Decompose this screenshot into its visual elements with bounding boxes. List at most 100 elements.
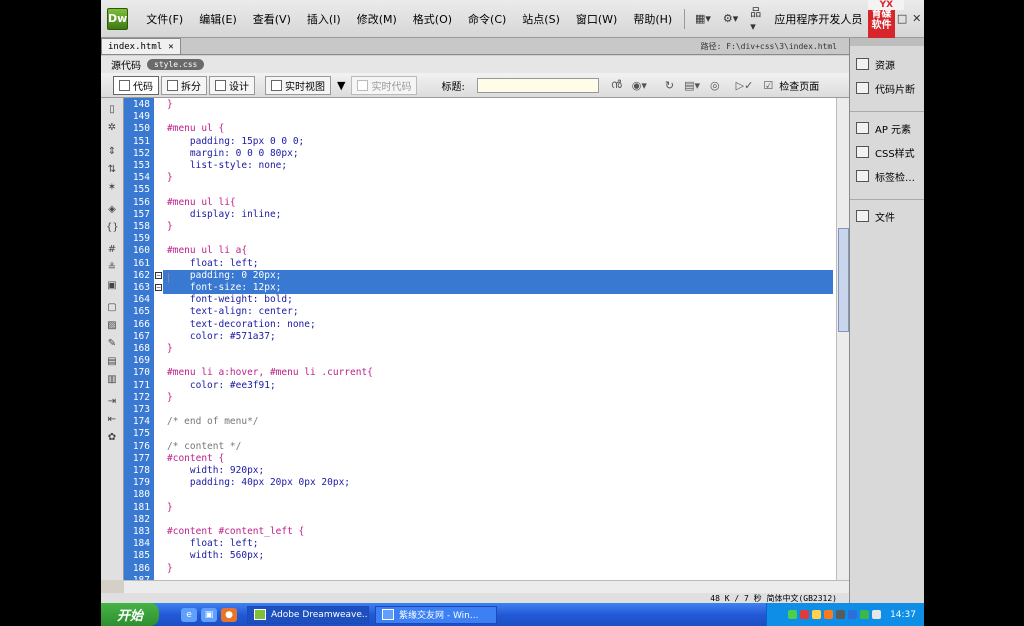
open-documents-icon[interactable]: ▯ bbox=[106, 104, 118, 116]
panel-snippets[interactable]: 代码片断 bbox=[850, 76, 924, 100]
code-view-button[interactable]: 代码 bbox=[113, 75, 159, 95]
code-line[interactable] bbox=[154, 184, 834, 196]
network-icon[interactable] bbox=[788, 610, 798, 619]
code-line[interactable]: } bbox=[154, 343, 834, 355]
code-line[interactable]: margin: 0 0 0 80px; bbox=[154, 148, 834, 160]
indent-code-icon[interactable]: ⇥ bbox=[106, 396, 118, 408]
expand-all-icon[interactable]: ✶ bbox=[106, 182, 118, 194]
antivirus-icon[interactable] bbox=[800, 610, 810, 619]
quicklaunch-firefox-icon[interactable]: ● bbox=[221, 607, 237, 622]
collapse-full-tag-icon[interactable]: ⇕ bbox=[106, 146, 118, 158]
format-source-icon[interactable]: ✿ bbox=[106, 432, 118, 444]
code-line[interactable]: } bbox=[154, 221, 834, 233]
balance-braces-icon[interactable]: {} bbox=[106, 222, 119, 234]
tray-app-icon[interactable] bbox=[824, 610, 834, 619]
menu-file[interactable]: 文件(F) bbox=[138, 11, 191, 27]
start-button[interactable]: 开始 bbox=[101, 603, 159, 626]
code-line[interactable]: font-size: 12px; bbox=[154, 282, 834, 294]
check-page-button[interactable]: 检查页面 bbox=[779, 78, 819, 93]
extend-gear-icon[interactable]: ⚙▾ bbox=[717, 12, 744, 25]
code-line[interactable]: } bbox=[154, 563, 834, 575]
syntax-coloring-icon[interactable]: ▣ bbox=[106, 280, 118, 292]
code-line[interactable]: #menu li a:hover, #menu li .current{ bbox=[154, 367, 834, 379]
site-icon[interactable]: 品▾ bbox=[744, 4, 768, 33]
apply-comment-icon[interactable]: ▢ bbox=[106, 302, 118, 314]
tab-close-icon[interactable]: ✕ bbox=[168, 42, 173, 52]
tray-app-icon[interactable] bbox=[836, 610, 846, 619]
live-view-button[interactable]: 实时视图 bbox=[265, 75, 331, 95]
highlight-invalid-code-icon[interactable]: ≗ bbox=[106, 262, 118, 274]
file-management-icon[interactable]: ൻ bbox=[607, 78, 626, 92]
code-line[interactable]: } bbox=[154, 99, 834, 111]
code-line[interactable] bbox=[154, 489, 834, 501]
code-line[interactable]: font-weight: bold; bbox=[154, 294, 834, 306]
select-parent-tag-icon[interactable]: ◈ bbox=[106, 204, 118, 216]
code-line[interactable]: text-decoration: none; bbox=[154, 319, 834, 331]
menu-modify[interactable]: 修改(M) bbox=[349, 11, 405, 27]
minimize-icon[interactable]: □ bbox=[895, 12, 910, 25]
code-line[interactable]: float: left; bbox=[154, 538, 834, 550]
code-line[interactable]: text-align: center; bbox=[154, 306, 834, 318]
remove-comment-icon[interactable]: ▨ bbox=[106, 320, 118, 332]
code-line[interactable]: /* content */ bbox=[154, 441, 834, 453]
code-line[interactable] bbox=[154, 514, 834, 526]
code-line[interactable]: #menu ul li{ bbox=[154, 197, 834, 209]
quicklaunch-ie-icon[interactable]: e bbox=[181, 607, 197, 622]
related-file-style-css[interactable]: style.css bbox=[147, 59, 205, 70]
validate-markup-icon[interactable]: ▷✓ bbox=[732, 79, 758, 92]
security-shield-icon[interactable] bbox=[860, 610, 870, 619]
code-line[interactable] bbox=[154, 428, 834, 440]
code-line[interactable]: padding: 15px 0 0 0; bbox=[154, 136, 834, 148]
check-page-icon[interactable]: ☑ bbox=[759, 79, 777, 92]
code-line[interactable]: #content #content_left { bbox=[154, 526, 834, 538]
code-line[interactable]: #menu ul { bbox=[154, 123, 834, 135]
panel-tag-inspector[interactable]: 标签检… bbox=[850, 164, 924, 188]
recent-snippets-icon[interactable]: ▤ bbox=[106, 356, 118, 368]
code-line[interactable]: float: left; bbox=[154, 258, 834, 270]
code-line[interactable] bbox=[154, 111, 834, 123]
task-dreamweaver[interactable]: Adobe Dreamweave... bbox=[247, 605, 369, 624]
workspace-switcher[interactable]: 应用程序开发人员 bbox=[768, 11, 868, 27]
menu-view[interactable]: 查看(V) bbox=[245, 11, 299, 27]
outdent-code-icon[interactable]: ⇤ bbox=[106, 414, 118, 426]
title-input[interactable] bbox=[476, 77, 599, 93]
code-line[interactable]: #content { bbox=[154, 453, 834, 465]
panel-files[interactable]: 文件 bbox=[850, 204, 924, 228]
code-line[interactable]: } bbox=[154, 392, 834, 404]
volume-icon[interactable] bbox=[872, 610, 882, 619]
code-line[interactable]: color: #571a37; bbox=[154, 331, 834, 343]
menu-edit[interactable]: 编辑(E) bbox=[191, 11, 245, 27]
wrap-tag-icon[interactable]: ✎ bbox=[106, 338, 118, 350]
code-line[interactable] bbox=[154, 355, 834, 367]
collapse-selection-icon[interactable]: ⇅ bbox=[106, 164, 118, 176]
line-numbers-icon[interactable]: # bbox=[106, 244, 118, 256]
tray-app-icon[interactable] bbox=[848, 610, 858, 619]
vertical-scroll-thumb[interactable] bbox=[838, 228, 849, 332]
menu-window[interactable]: 窗口(W) bbox=[568, 11, 625, 27]
code-line[interactable]: width: 560px; bbox=[154, 550, 834, 562]
show-code-navigator-icon[interactable]: ✲ bbox=[106, 122, 118, 134]
code-line[interactable]: padding: 0 20px; bbox=[154, 270, 834, 282]
code-line[interactable]: /* end of menu*/ bbox=[154, 416, 834, 428]
move-css-icon[interactable]: ▥ bbox=[106, 374, 118, 386]
panel-assets[interactable]: 资源 bbox=[850, 52, 924, 76]
code-line[interactable]: list-style: none; bbox=[154, 160, 834, 172]
layout-icon[interactable]: ▦▾ bbox=[689, 12, 717, 25]
source-code-link[interactable]: 源代码 bbox=[111, 57, 141, 72]
code-line[interactable] bbox=[154, 233, 834, 245]
menu-insert[interactable]: 插入(I) bbox=[299, 11, 349, 27]
design-view-button[interactable]: 设计 bbox=[209, 75, 255, 95]
menu-format[interactable]: 格式(O) bbox=[405, 11, 460, 27]
menu-site[interactable]: 站点(S) bbox=[514, 11, 568, 27]
code-editor[interactable]: ▯ ✲ ⇕ ⇅ ✶ ◈ {} # ≗ ▣ ▢ ▨ ✎ ▤ ▥ ⇥ ⇤ ✿ 148… bbox=[101, 98, 849, 586]
code-line[interactable]: #menu ul li a{ bbox=[154, 245, 834, 257]
code-line[interactable]: } bbox=[154, 172, 834, 184]
horizontal-scrollbar[interactable] bbox=[124, 580, 849, 593]
task-browser[interactable]: 紫缘交友网 - Win... bbox=[375, 605, 497, 624]
live-view-dropdown-icon[interactable]: ▼ bbox=[333, 79, 349, 92]
code-line[interactable]: display: inline; bbox=[154, 209, 834, 221]
close-icon[interactable]: ✕ bbox=[909, 12, 924, 25]
visual-aids-icon[interactable]: ◎ bbox=[706, 79, 724, 92]
refresh-icon[interactable]: ↻ bbox=[661, 79, 678, 92]
code-line[interactable]: width: 920px; bbox=[154, 465, 834, 477]
